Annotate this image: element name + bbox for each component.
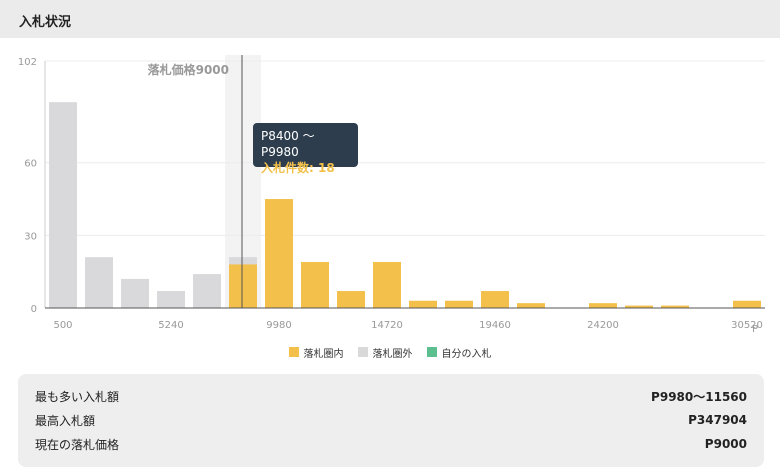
x-tick-label: 500 [53,320,72,331]
legend-item-in-range[interactable]: 落札圏内 [288,345,344,360]
bar-in-range [517,303,545,308]
summary-value-current-price: P9000 [704,437,747,451]
bid-histogram-chart: 03060102500 5240 9980 14720 19460 24200 30520P… [18,55,765,335]
legend-swatch-my-bid [426,347,437,357]
summary-value-highest: P347904 [688,413,747,427]
y-tick-label: 102 [18,57,37,68]
winning-price-label: 落札価格9000 [148,62,229,77]
summary-row-most-common: 最も多い入札額 P9980〜11560 [35,386,747,406]
summary-row-highest: 最高入札額 P347904 [35,410,747,430]
x-tick-label: 19460 [479,320,511,331]
bar-in-range [337,291,365,308]
chart-legend: 落札圏内 落札圏外 自分の入札 [0,344,780,360]
bar-tooltip: P8400 〜 P9980 入札件数: 18 [253,123,358,175]
summary-label-most-common: 最も多い入札額 [35,389,120,404]
bar-out-of-range [49,102,77,309]
x-tick-label: 5240 [158,320,183,331]
legend-label-out-range: 落札圏外 [372,348,413,360]
bar-in-range [373,261,401,308]
legend-swatch-out-range [357,347,368,357]
y-tick-label: 0 [31,304,37,315]
x-tick-label: 30520 [731,320,763,331]
bar-in-range [445,300,473,308]
bar-out-of-range [157,291,185,308]
legend-label-in-range: 落札圏内 [303,348,344,360]
x-tick-label: 14720 [371,320,403,331]
section-title: 入札状況 [19,15,72,30]
summary-value-most-common: P9980〜11560 [651,389,747,404]
bar-in-range [589,303,617,308]
summary-label-current-price: 現在の落札価格 [35,437,120,452]
legend-swatch-in-range [288,347,299,357]
y-tick-label: 30 [24,231,37,242]
bar-in-range [265,199,293,308]
bar-in-range [733,300,761,308]
summary-row-current-price: 現在の落札価格 P9000 [35,434,747,454]
bar-in-range [229,264,257,308]
bid-summary-panel: 最も多い入札額 P9980〜11560 最高入札額 P347904 現在の落札価… [18,374,764,467]
legend-item-my-bid[interactable]: 自分の入札 [426,345,492,360]
bar-out-of-range [121,278,149,308]
x-tick-label: 24200 [587,320,619,331]
bar-in-range [409,300,437,308]
section-header: 入札状況 [0,0,780,38]
bar-in-range [481,291,509,308]
bar-out-of-range [193,274,221,308]
legend-item-out-range[interactable]: 落札圏外 [357,345,413,360]
summary-label-highest: 最高入札額 [35,413,96,428]
tooltip-count: 入札件数: 18 [261,161,335,175]
y-tick-label: 60 [24,159,37,170]
legend-label-my-bid: 自分の入札 [441,348,492,360]
tooltip-range: P8400 〜 P9980 [261,129,315,159]
bar-out-of-range [85,257,113,308]
bar-in-range [301,261,329,308]
x-unit-label: P [752,324,758,335]
x-tick-label: 9980 [266,320,291,331]
